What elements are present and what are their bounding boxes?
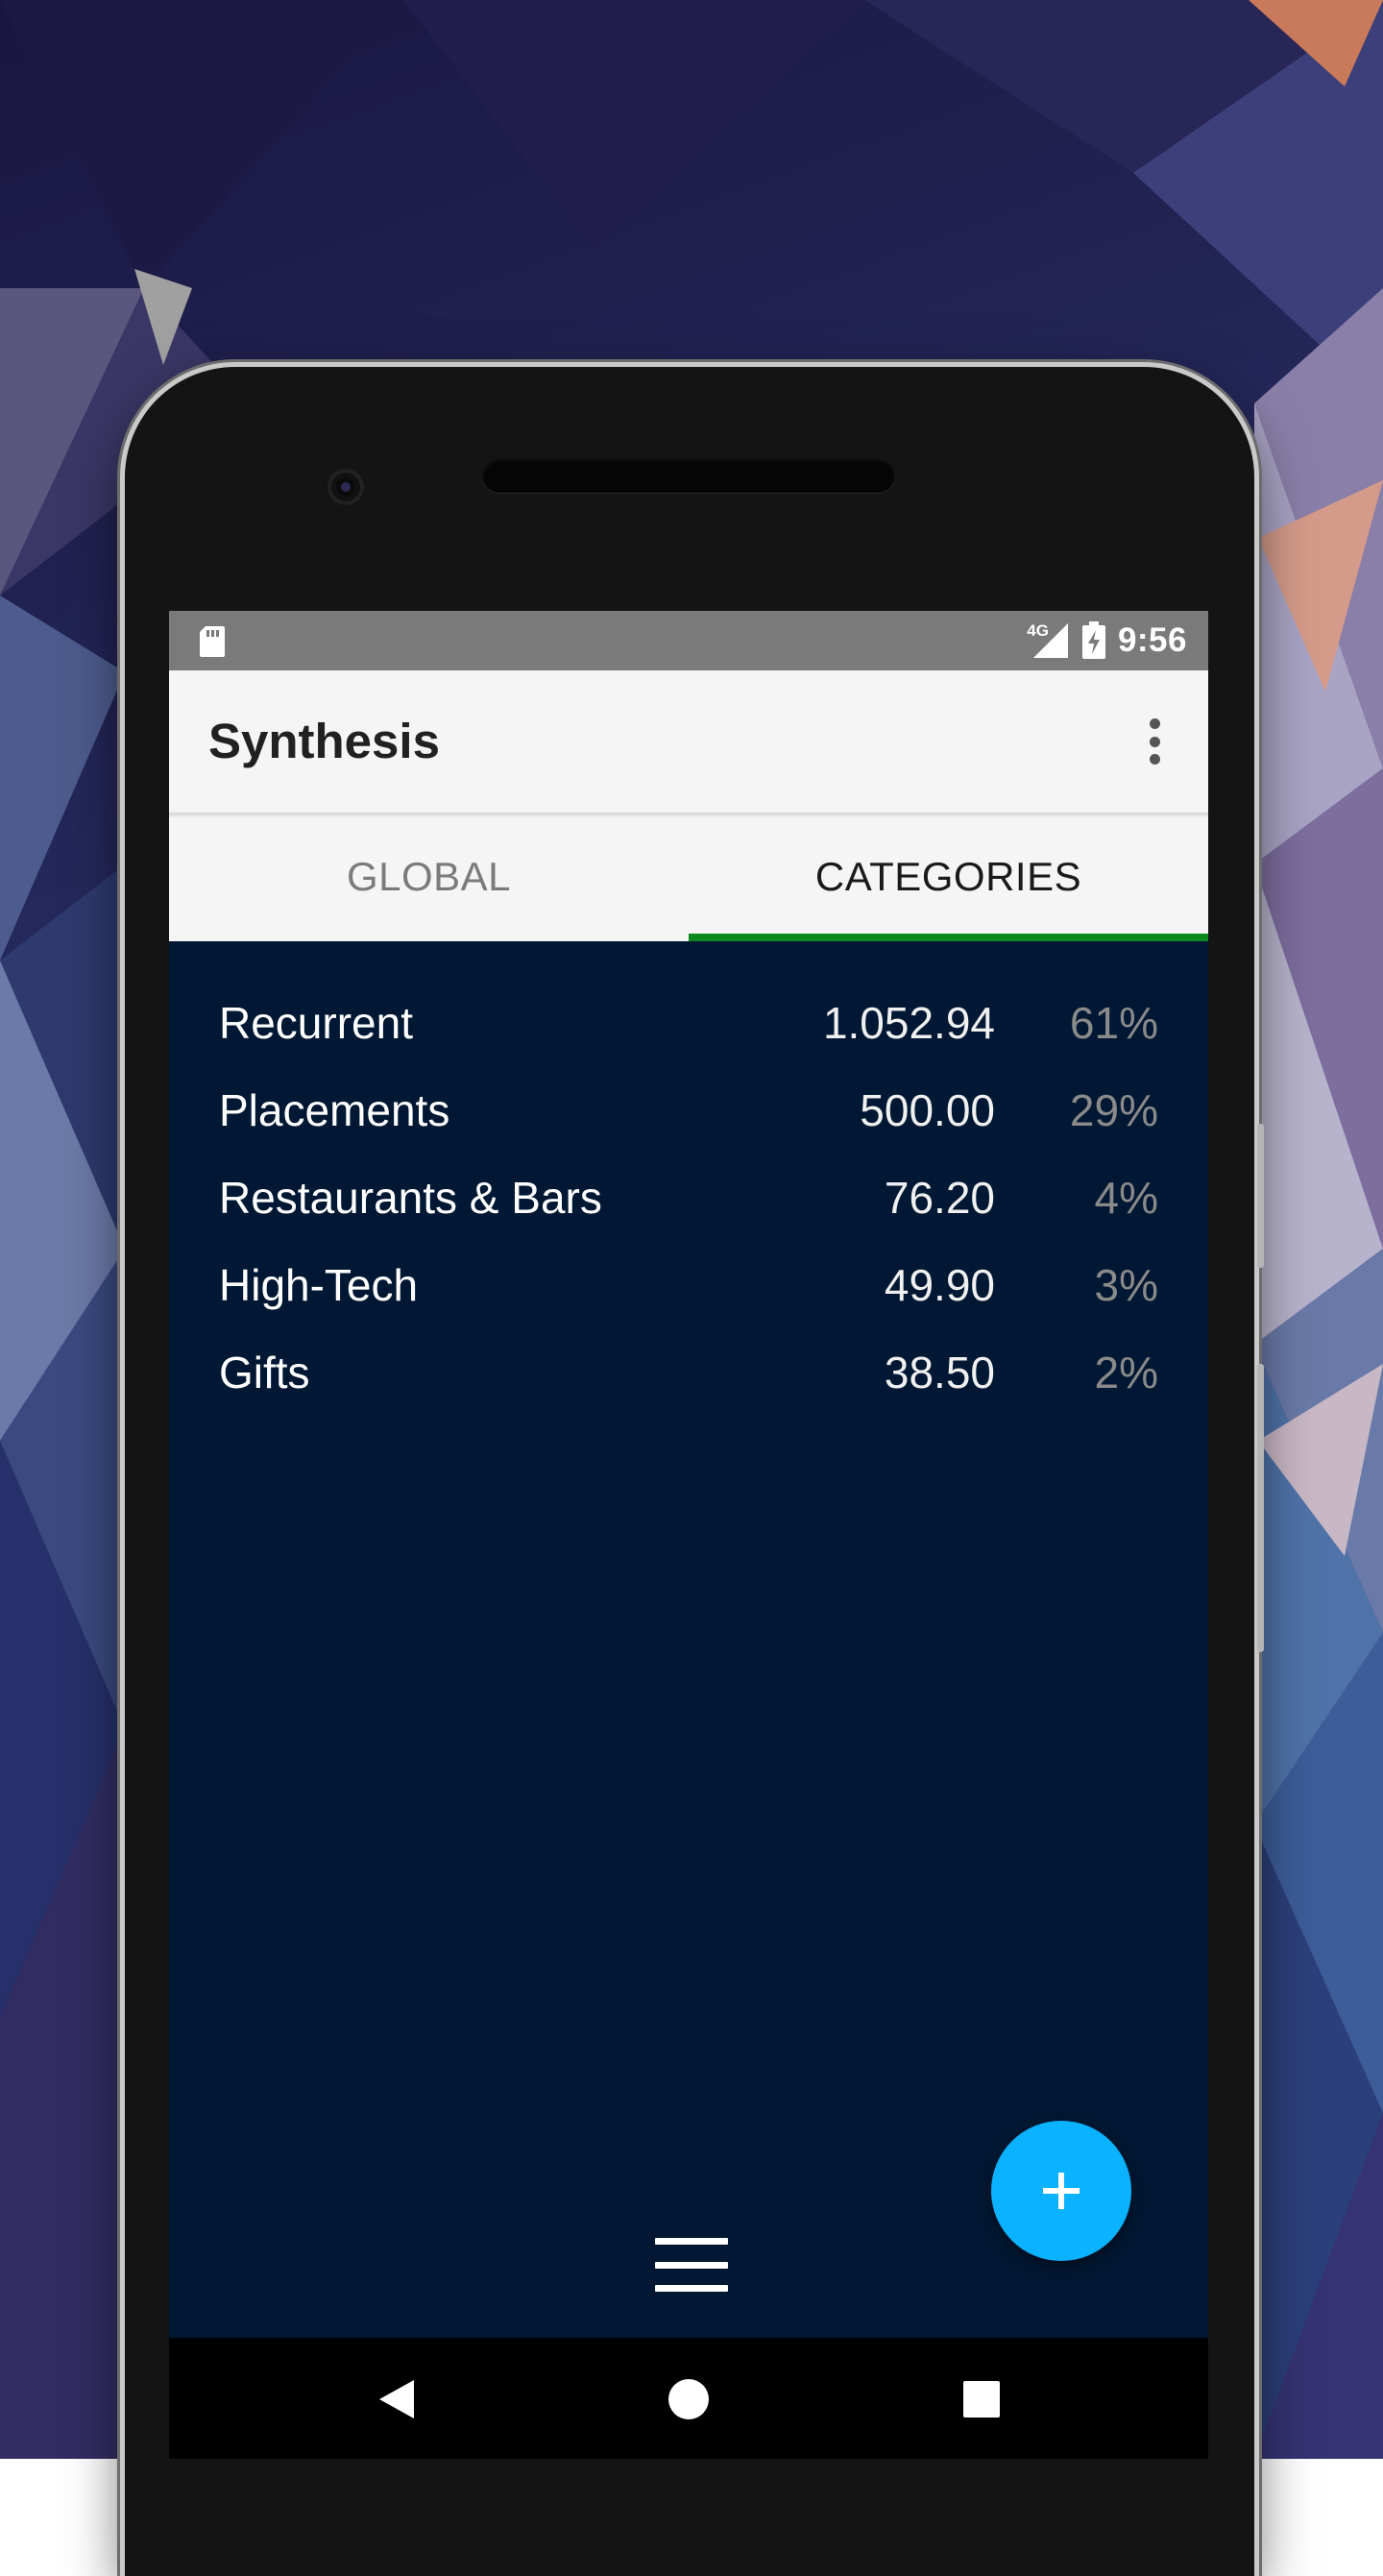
category-name: Restaurants & Bars [219,1173,602,1223]
more-vert-icon[interactable] [1135,715,1174,768]
category-list: Recurrent 1.052.94 61% Placements 500.00… [169,941,1208,1417]
tab-categories[interactable]: CATEGORIES [689,813,1208,941]
app-screen: 4G 9:56 Synthesis GLOBAL CATEGORIES Recu… [169,611,1208,2459]
battery-charging-icon [1081,621,1105,659]
category-row-restaurants-bars[interactable]: Restaurants & Bars 76.20 4% [169,1154,1208,1242]
category-row-high-tech[interactable]: High-Tech 49.90 3% [169,1242,1208,1329]
category-amount: 76.20 [884,1173,995,1223]
category-name: High-Tech [219,1260,419,1310]
recents-icon[interactable] [958,2376,1005,2422]
status-bar: 4G 9:56 [169,611,1208,670]
category-name: Placements [219,1085,450,1135]
earpiece-speaker [482,458,895,493]
system-nav-bar [169,2338,1208,2459]
category-amount: 500.00 [860,1085,995,1135]
category-amount: 49.90 [884,1260,995,1310]
app-bar-shadow [169,813,1208,818]
category-percent: 3% [1094,1260,1158,1310]
network-type-label: 4G [1027,621,1049,640]
back-icon[interactable] [374,2376,420,2422]
power-button [1257,1364,1264,1652]
volume-button [1257,1124,1264,1268]
status-time: 9:56 [1117,621,1187,659]
app-bar: Synthesis [169,670,1208,813]
category-percent: 4% [1094,1173,1158,1223]
category-percent: 2% [1094,1348,1158,1397]
category-name: Gifts [219,1348,310,1397]
category-percent: 29% [1069,1085,1158,1135]
category-percent: 61% [1069,998,1158,1048]
category-row-gifts[interactable]: Gifts 38.50 2% [169,1329,1208,1417]
tab-bar: GLOBAL CATEGORIES [169,813,1208,941]
front-camera [328,469,364,505]
category-amount: 1.052.94 [822,998,995,1048]
sd-card-icon [200,626,225,657]
category-name: Recurrent [219,998,413,1048]
hamburger-menu-icon[interactable] [655,2238,728,2292]
home-icon[interactable] [666,2376,712,2422]
category-row-placements[interactable]: Placements 500.00 29% [169,1067,1208,1154]
app-title: Synthesis [208,714,440,768]
plus-icon [1043,2173,1080,2209]
add-button[interactable] [991,2121,1131,2261]
category-amount: 38.50 [884,1348,995,1397]
status-indicators: 4G 9:56 [1027,611,1187,670]
category-row-recurrent[interactable]: Recurrent 1.052.94 61% [169,980,1208,1067]
tab-global[interactable]: GLOBAL [169,813,689,941]
